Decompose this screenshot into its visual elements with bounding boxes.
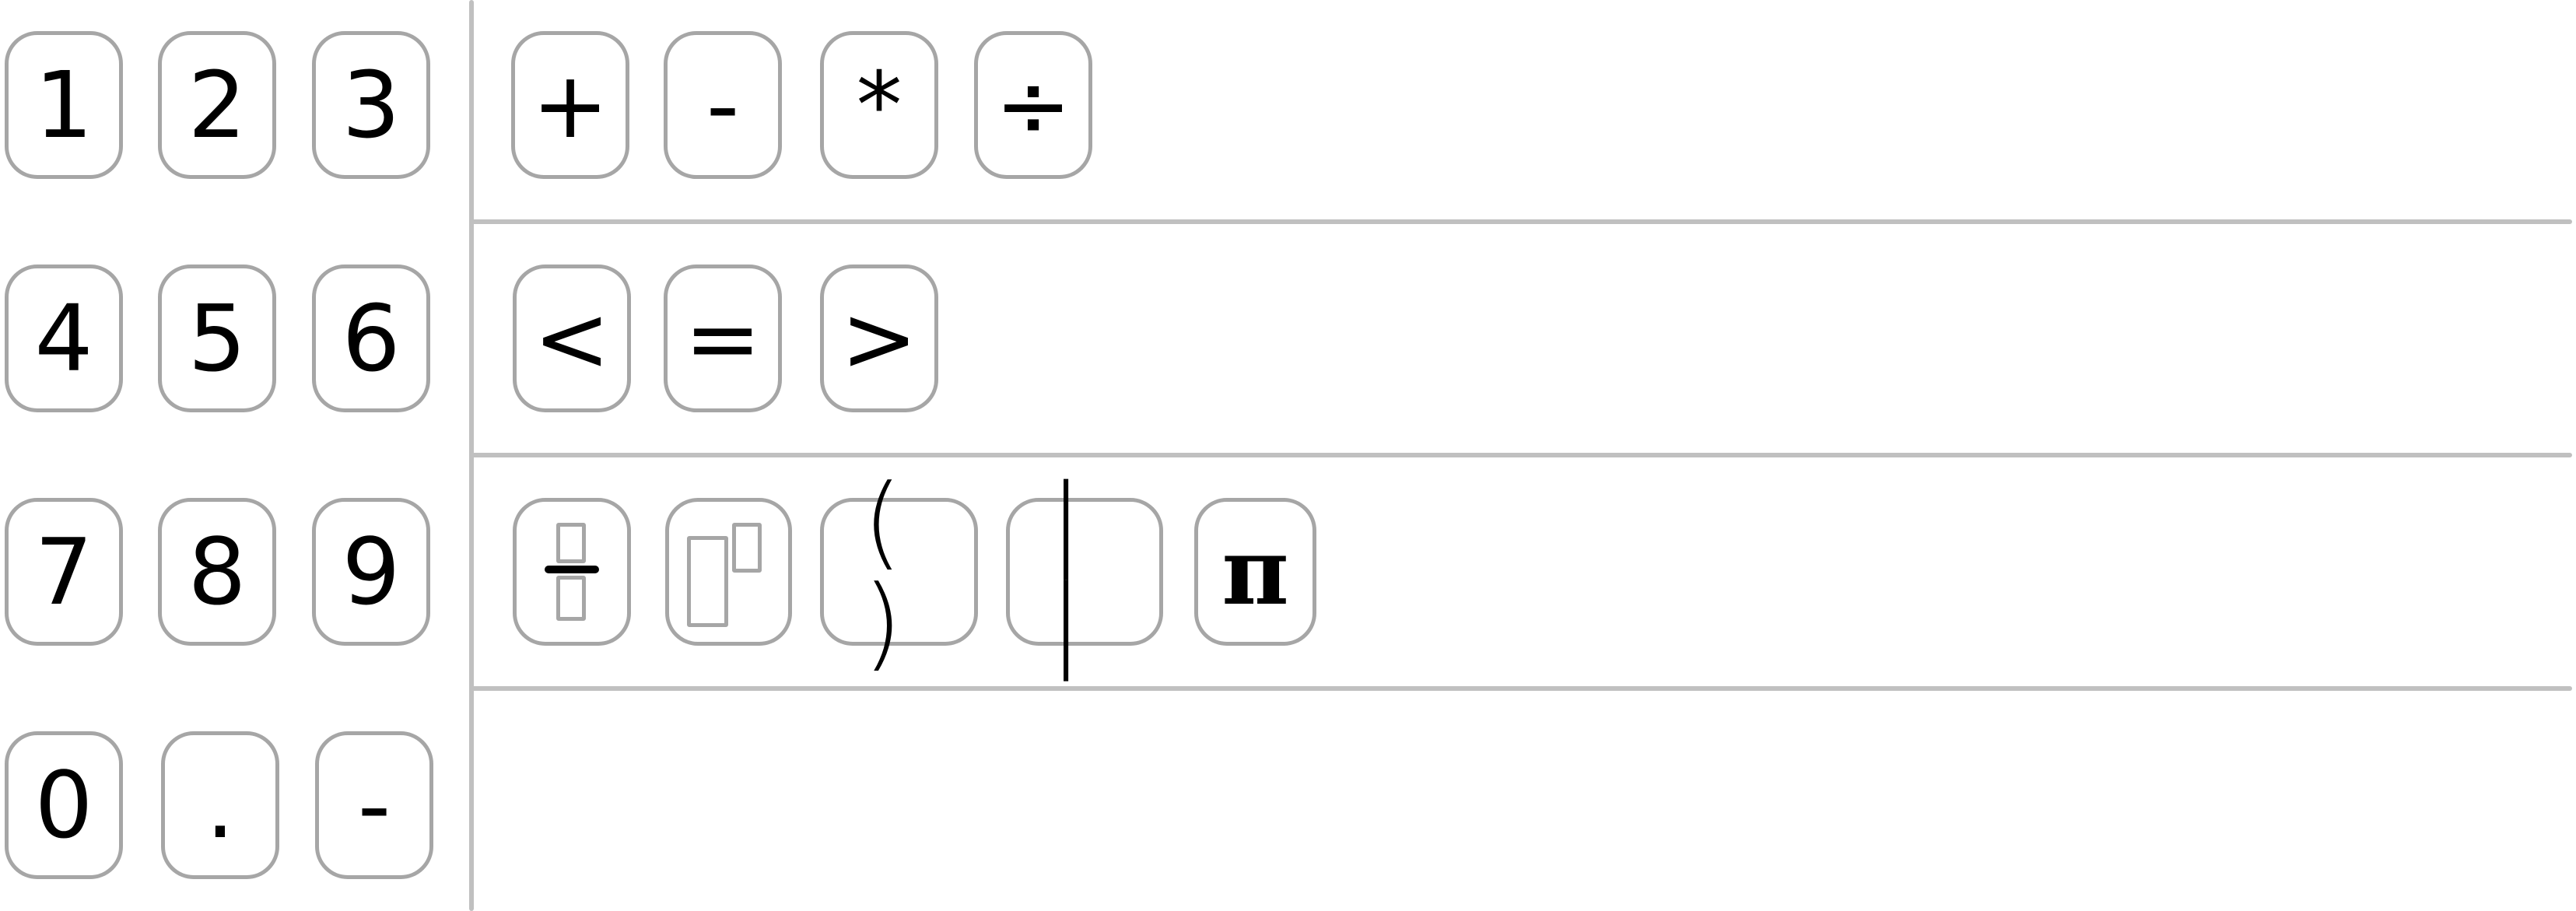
row-divider-1 <box>471 219 2572 224</box>
key-0[interactable]: 0 <box>5 731 123 879</box>
key-exponent[interactable] <box>665 498 792 646</box>
key-parentheses[interactable]: ( ) <box>820 471 978 673</box>
key-5[interactable]: 5 <box>158 265 276 412</box>
key-multiply[interactable]: * <box>820 31 938 179</box>
key-4[interactable]: 4 <box>5 265 123 412</box>
key-3[interactable]: 3 <box>312 31 430 179</box>
key-pi[interactable]: π <box>1194 498 1316 646</box>
key-equals[interactable]: = <box>664 265 782 412</box>
key-2[interactable]: 2 <box>158 31 276 179</box>
key-7[interactable]: 7 <box>5 498 123 646</box>
key-6[interactable]: 6 <box>312 265 430 412</box>
key-minus[interactable]: - <box>664 31 782 179</box>
fraction-template-icon <box>517 498 627 646</box>
key-9[interactable]: 9 <box>312 498 430 646</box>
key-8[interactable]: 8 <box>158 498 276 646</box>
key-plus[interactable]: + <box>511 31 629 179</box>
key-decimal-point[interactable]: . <box>161 731 279 879</box>
key-greater-than[interactable]: > <box>820 265 938 412</box>
row-divider-2 <box>471 453 2572 457</box>
row-divider-3 <box>471 686 2572 691</box>
key-negative[interactable]: - <box>315 731 433 879</box>
key-1[interactable]: 1 <box>5 31 123 179</box>
key-divide[interactable]: ÷ <box>974 31 1092 179</box>
key-absolute-value[interactable]: | | <box>1006 471 1163 673</box>
exponent-template-icon <box>669 498 788 646</box>
key-fraction[interactable] <box>513 498 631 646</box>
key-less-than[interactable]: < <box>513 265 631 412</box>
